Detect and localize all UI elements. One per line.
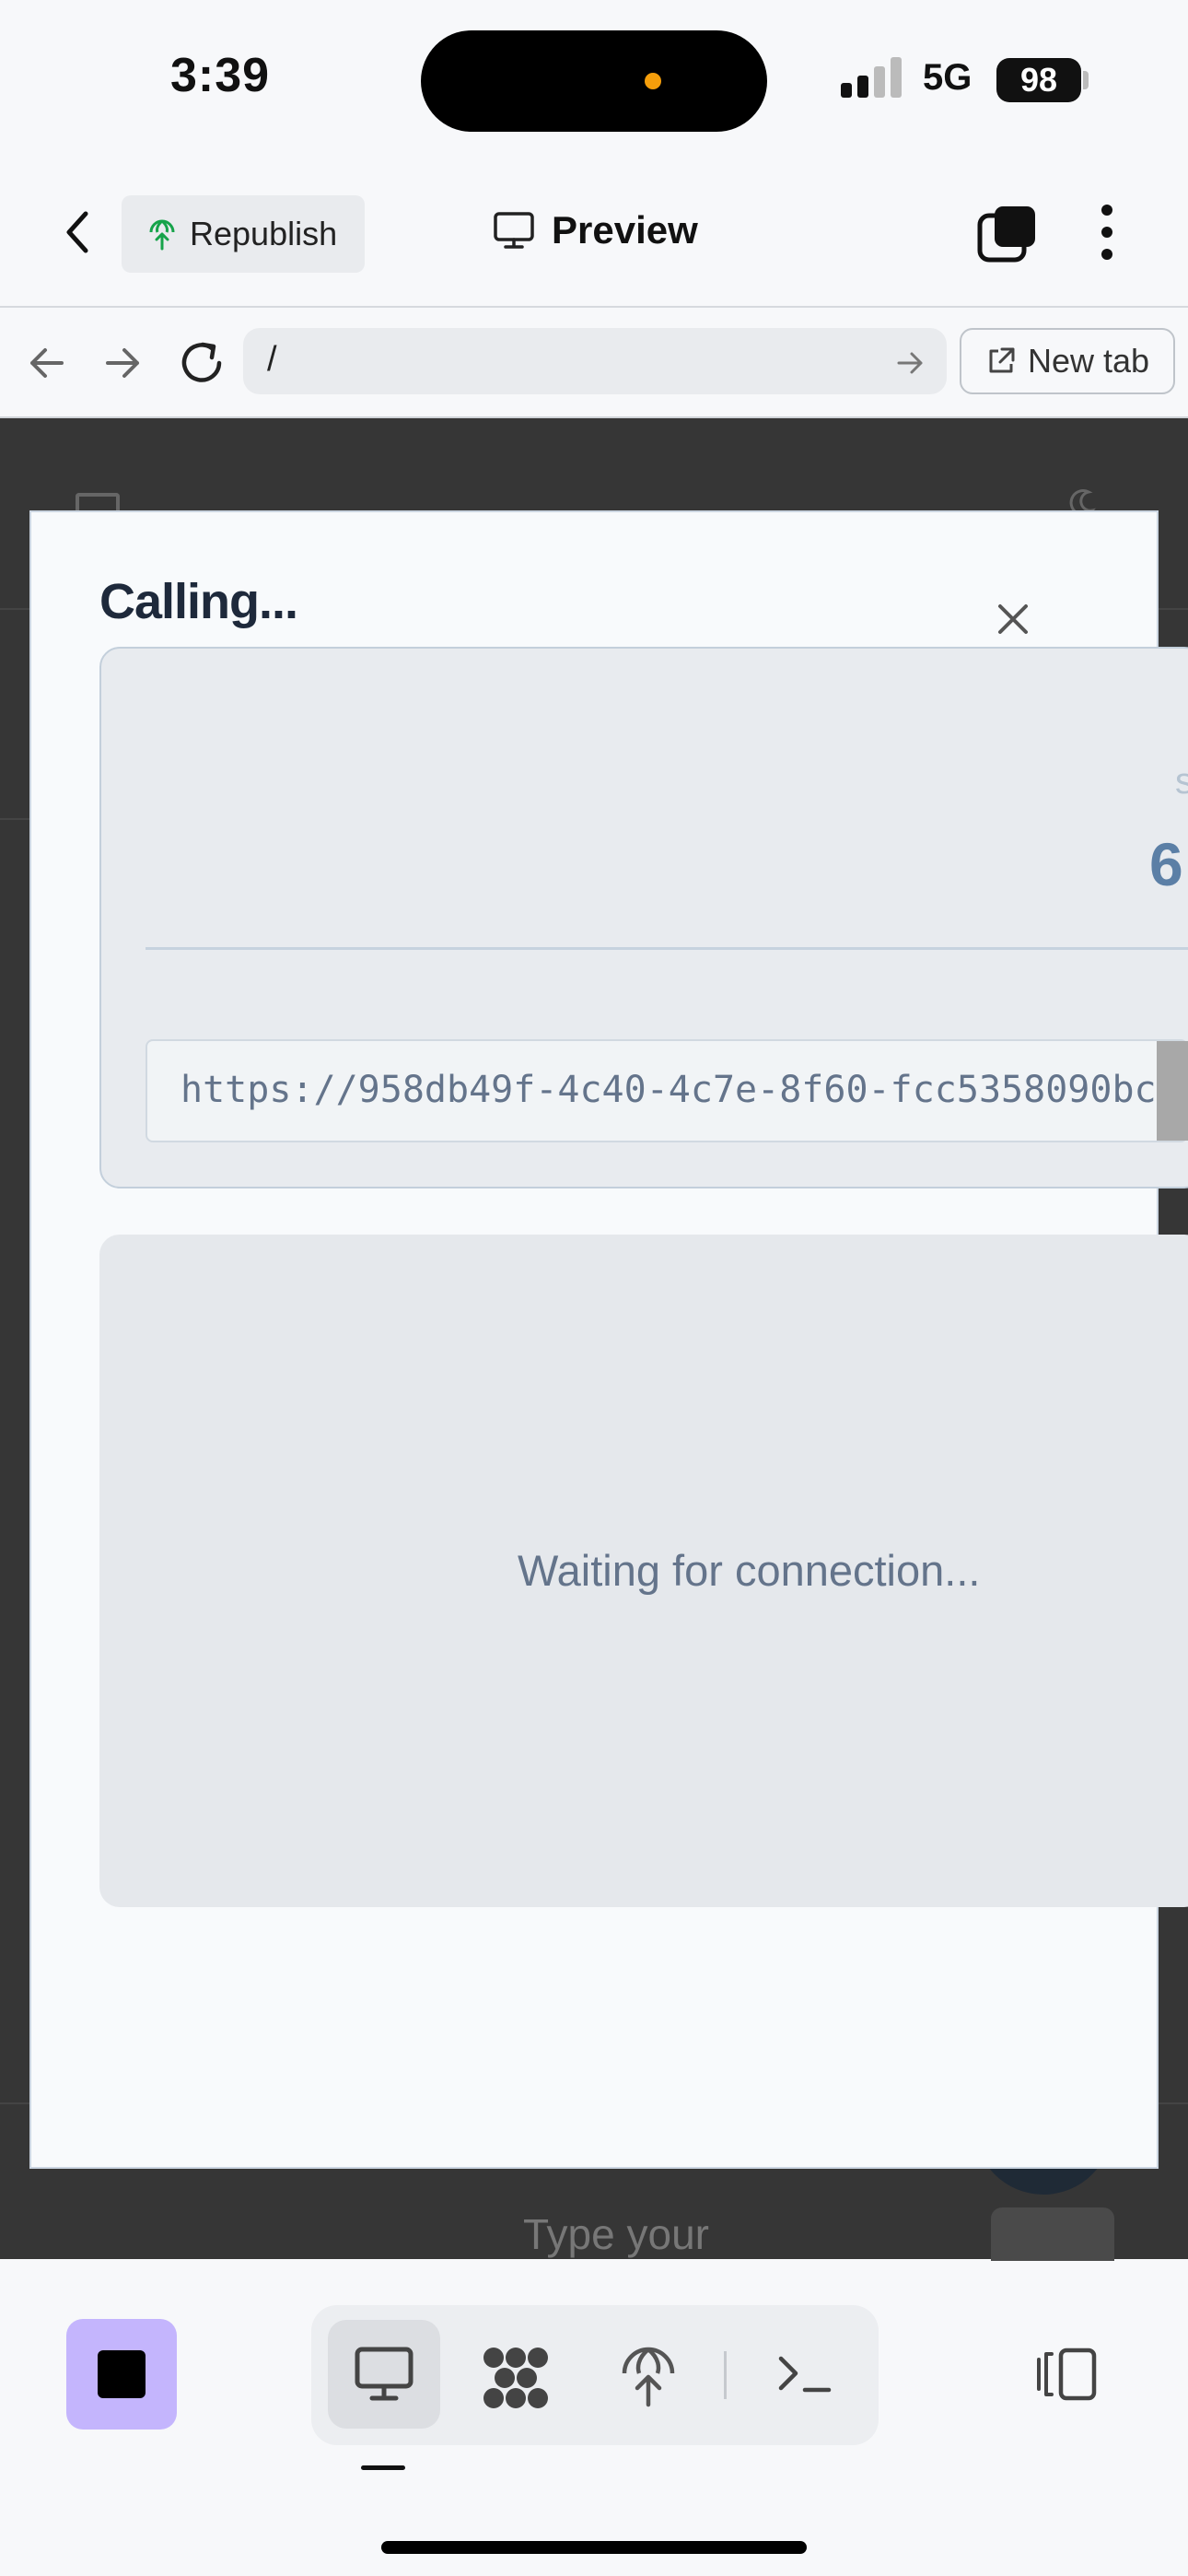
- go-arrow-icon[interactable]: [893, 346, 926, 380]
- address-bar-text: /: [267, 340, 277, 379]
- republish-label: Republish: [190, 215, 338, 252]
- waiting-status-text: Waiting for connection...: [518, 1546, 981, 1595]
- republish-button[interactable]: Republish: [122, 195, 365, 273]
- clipped-text: s: [1175, 761, 1188, 802]
- arrow-left-icon[interactable]: [23, 339, 71, 387]
- stop-icon: [98, 2350, 146, 2398]
- modal-title: Calling...: [99, 574, 298, 629]
- panel-toggle-icon[interactable]: [1033, 2345, 1100, 2404]
- close-icon[interactable]: [991, 597, 1035, 641]
- clipped-code-digit: 6: [1149, 830, 1183, 898]
- dynamic-island: [421, 30, 767, 132]
- privacy-indicator-dot: [645, 73, 661, 89]
- back-arrow-icon[interactable]: [51, 205, 106, 260]
- monitor-icon: [494, 212, 534, 249]
- layers-icon[interactable]: [976, 203, 1039, 265]
- view-switcher-separator: [724, 2351, 727, 2399]
- home-indicator: [381, 2541, 807, 2554]
- panel-divider: [146, 947, 1188, 950]
- new-tab-label: New tab: [1028, 342, 1150, 380]
- active-tab-indicator: [361, 2465, 405, 2470]
- status-time: 3:39: [170, 49, 271, 102]
- battery-tip: [1083, 71, 1089, 89]
- copy-url-button[interactable]: [1157, 1041, 1188, 1141]
- background-chat-input: Type your: [523, 2210, 709, 2258]
- network-type: 5G: [923, 57, 973, 98]
- arrow-right-icon[interactable]: [99, 339, 146, 387]
- external-link-icon: [989, 347, 1015, 373]
- deploy-globe-icon[interactable]: [619, 2344, 678, 2408]
- nodes-icon[interactable]: [481, 2346, 551, 2410]
- background-send-button: [991, 2207, 1114, 2263]
- signal-icon: [841, 57, 902, 98]
- more-vertical-icon[interactable]: [1096, 203, 1118, 262]
- call-url-text: https://958db49f-4c40-4c7e-8f60-fcc53580…: [181, 1069, 1157, 1111]
- desktop-icon[interactable]: [354, 2346, 414, 2403]
- preview-label: Preview: [552, 208, 698, 252]
- preview-tab[interactable]: Preview: [493, 208, 698, 252]
- battery-indicator: 98: [996, 58, 1081, 102]
- address-bar[interactable]: [243, 328, 947, 394]
- new-tab-button[interactable]: New tab: [960, 328, 1175, 394]
- terminal-icon[interactable]: [775, 2349, 834, 2401]
- republish-globe-icon: [149, 219, 175, 251]
- reload-icon[interactable]: [175, 336, 228, 390]
